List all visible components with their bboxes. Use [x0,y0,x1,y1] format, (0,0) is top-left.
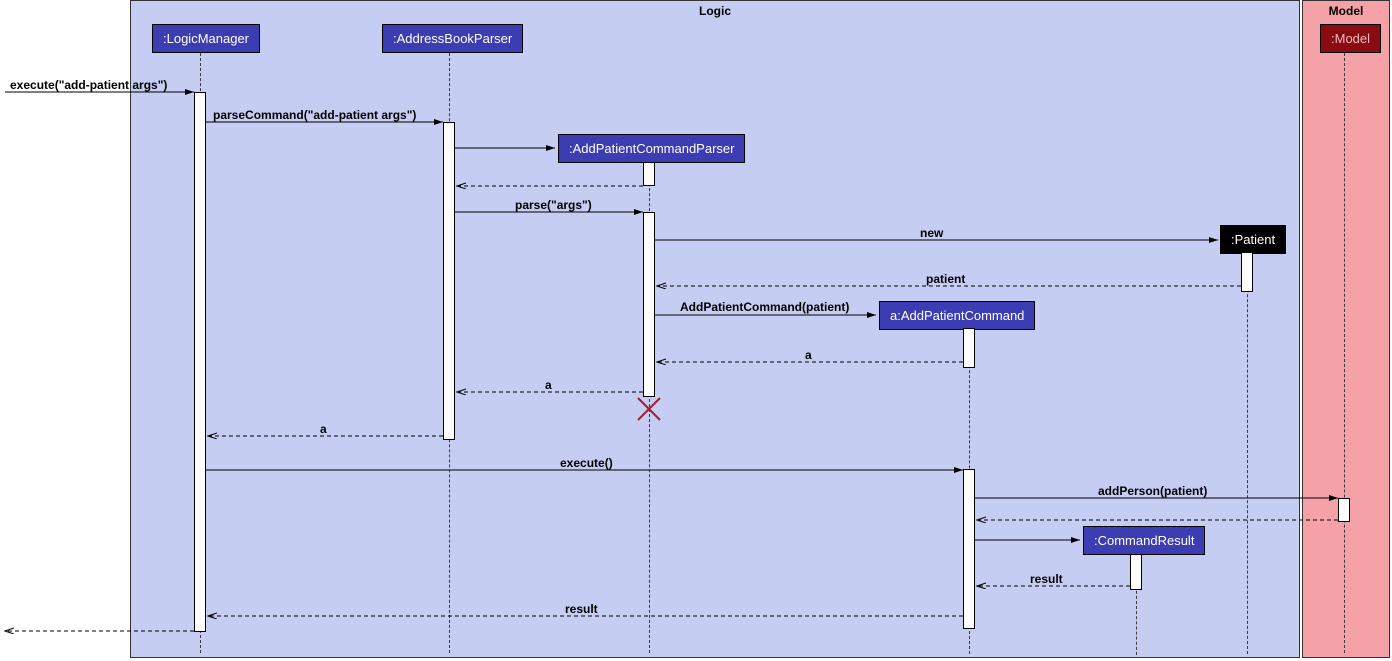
arrows-svg [0,0,1392,661]
destruction-x-icon [638,398,660,420]
